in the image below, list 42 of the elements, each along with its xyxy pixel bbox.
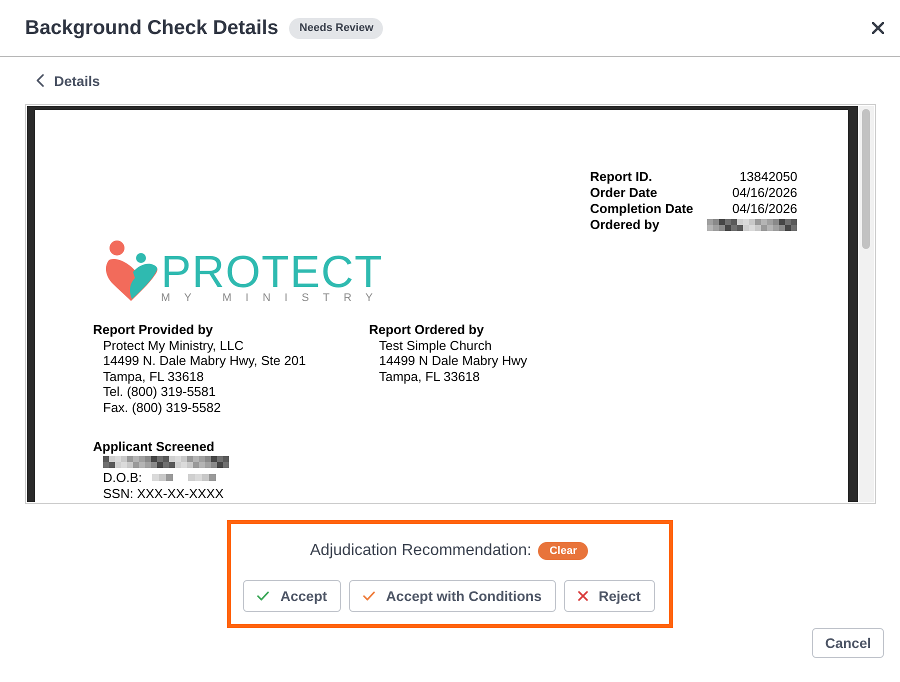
pixelated-redaction (188, 474, 216, 482)
chevron-left-icon (36, 74, 44, 87)
section-heading: Applicant Screened (93, 439, 214, 454)
address-line: Tel. (800) 319-5581 (103, 384, 216, 400)
cancel-button[interactable]: Cancel (812, 628, 884, 658)
applicant-detail: SSN: XXX-XX-XXXX (103, 486, 224, 501)
accept-button[interactable]: Accept (243, 580, 342, 612)
info-label: Report ID. (590, 169, 654, 185)
logo-wordmark: PROTECT (161, 252, 384, 292)
recommendation-badge: Clear (538, 542, 588, 560)
cross-icon (578, 591, 588, 601)
address-line: Tampa, FL 33618 (103, 368, 204, 384)
info-value: 13842050 (739, 169, 798, 185)
back-link[interactable]: Details (36, 72, 100, 88)
close-button[interactable] (872, 22, 884, 34)
pixelated-redaction (152, 474, 174, 482)
accept-with-conditions-button[interactable]: Accept with Conditions (349, 580, 556, 612)
logo-tagline: MY MINISTRY (161, 292, 387, 304)
reject-button[interactable]: Reject (564, 580, 655, 612)
dialog-title: Background Check Details (25, 16, 278, 40)
recommendation-label: Adjudication Recommendation: (310, 542, 532, 560)
info-value: 04/16/2026 (732, 201, 798, 217)
close-icon (872, 22, 884, 34)
address-line: 14499 N. Dale Mabry Hwy, Ste 201 (103, 353, 306, 368)
info-label: Order Date (590, 185, 658, 201)
check-icon (257, 591, 270, 601)
field-label: D.O.B: (103, 470, 142, 486)
info-label: Ordered by (590, 217, 660, 233)
section-heading: Report Ordered by (369, 322, 484, 338)
scrollbar[interactable] (858, 106, 874, 502)
check-icon (363, 591, 376, 601)
status-badge: Needs Review (289, 18, 384, 38)
heart-people-logo-icon (105, 240, 159, 302)
scrollbar-thumb[interactable] (862, 109, 870, 249)
address-line: Fax. (800) 319-5582 (103, 400, 221, 415)
address-line: Protect My Ministry, LLC (103, 338, 244, 353)
info-value: 04/16/2026 (732, 185, 798, 201)
address-line: Tampa, FL 33618 (379, 368, 480, 384)
address-line: 14499 N Dale Mabry Hwy (379, 353, 528, 368)
address-line: Test Simple Church (379, 338, 492, 353)
section-heading: Report Provided by (93, 322, 213, 338)
info-label: Completion Date (590, 201, 694, 217)
